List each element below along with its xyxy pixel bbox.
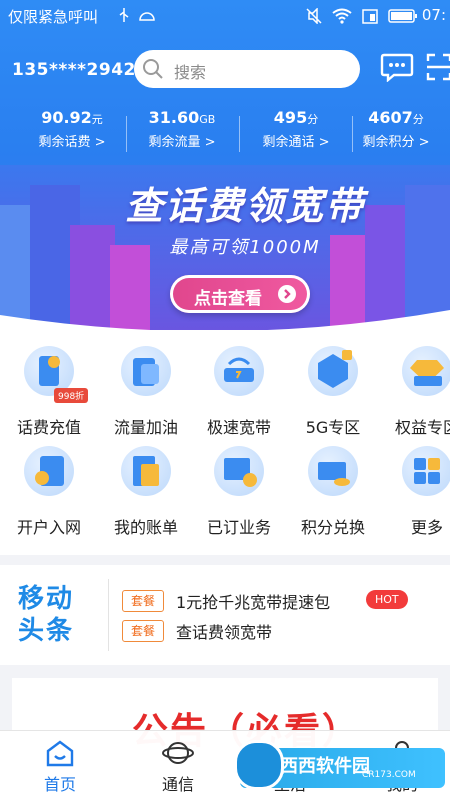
banner-title: 查话费领宽带 (124, 184, 365, 228)
5g-icon (308, 346, 358, 396)
points-icon (308, 446, 358, 496)
grid-item-label: 更多 (410, 518, 443, 537)
android-icon (139, 12, 155, 21)
headlines-logo-line: 移动 (18, 584, 75, 614)
stat-label: 剩余通话 > (262, 135, 330, 150)
balance-stats: 90.92元 剩余话费 > 31.60GB 剩余流量 > 495分 剩余通话 >… (0, 108, 450, 156)
banner-subtitle: 最高可领1000M (169, 237, 321, 258)
stat-unit: 元 (91, 113, 103, 126)
planet-icon (162, 742, 194, 764)
mute-icon (306, 8, 322, 24)
grid-item-bill[interactable]: 我的账单 (101, 430, 191, 537)
home-icon (46, 740, 74, 767)
search-icon (143, 59, 163, 79)
stat-value: 31.60 (148, 108, 200, 127)
bill-icon (121, 446, 171, 496)
tab-home[interactable]: 首页 (4, 731, 116, 801)
subscribed-icon (214, 446, 264, 496)
divider (108, 579, 109, 651)
search-input[interactable]: 搜索 (134, 50, 360, 88)
stat-value: 4607 (368, 108, 413, 127)
grid-item-subscribed[interactable]: 已订业务 (194, 430, 284, 537)
grid-item-recharge[interactable]: 998折 话费充值 (4, 330, 94, 437)
grid-item-points[interactable]: 积分兑换 (288, 430, 378, 537)
watermark-logo (234, 740, 284, 790)
stat-label: 剩余话费 > (38, 135, 106, 150)
search-placeholder: 搜索 (174, 63, 207, 82)
scan-icon[interactable] (426, 52, 450, 82)
tab-communication[interactable]: 通信 (122, 731, 234, 801)
clock: 07: (421, 6, 446, 24)
arrow-right-icon (278, 285, 296, 303)
stat-data[interactable]: 31.60GB 剩余流量 > (126, 108, 238, 150)
headlines-logo-line: 头条 (18, 616, 75, 646)
promo-banner[interactable]: 查话费领宽带 最高可领1000M 点击查看 (0, 165, 450, 335)
stat-points[interactable]: 4607分 剩余积分 > (340, 108, 450, 150)
signal-icon (362, 9, 378, 24)
hot-badge: HOT (366, 590, 408, 609)
stat-fee[interactable]: 90.92元 剩余话费 > (16, 108, 128, 150)
mobile-headlines: 移动 头条 套餐 1元抢千兆宽带提速包 HOT 套餐 查话费领宽带 (0, 565, 450, 665)
broadband-icon (214, 346, 264, 396)
stat-value: 90.92 (41, 108, 92, 127)
grid-item-broadband[interactable]: 极速宽带 (194, 330, 284, 437)
phone-number[interactable]: 135****2942 (12, 60, 136, 80)
banner-view-button[interactable]: 点击查看 (170, 275, 310, 313)
grid-item-rights[interactable]: 权益专区 (382, 330, 450, 437)
stat-unit: GB (199, 113, 216, 126)
grid-item-label: 开户入网 (16, 518, 81, 537)
headline-text: 1元抢千兆宽带提速包 (176, 593, 331, 612)
stat-label: 剩余积分 > (362, 135, 430, 150)
grid-item-data[interactable]: 流量加油 (101, 330, 191, 437)
status-bar: 仅限紧急呼叫 07: (0, 0, 450, 32)
service-grid: 998折 话费充值 流量加油 极速宽带 5G专区 权益专区 开户入网 我的账单 … (0, 330, 450, 555)
wifi-icon (332, 8, 352, 24)
sim-card-icon (24, 446, 74, 496)
stat-unit: 分 (307, 113, 319, 126)
message-icon[interactable] (380, 52, 414, 82)
discount-badge: 998折 (54, 388, 89, 403)
stat-unit: 分 (412, 113, 424, 126)
watermark: 西西软件园 CR173.COM (234, 740, 445, 790)
grid-item-open-account[interactable]: 开户入网 (4, 430, 94, 537)
carrier-text: 仅限紧急呼叫 (8, 8, 99, 26)
watermark-text: 西西软件园 (280, 756, 370, 777)
package-tag: 套餐 (122, 590, 164, 612)
battery-icon (388, 9, 417, 23)
data-boost-icon (121, 346, 171, 396)
stat-call[interactable]: 495分 剩余通话 > (240, 108, 352, 150)
banner-button-label: 点击查看 (194, 289, 262, 309)
grid-item-5g[interactable]: 5G专区 (288, 330, 378, 437)
stat-label: 剩余流量 > (148, 135, 216, 150)
tab-label: 首页 (43, 775, 76, 794)
stat-value: 495 (273, 108, 308, 127)
grid-item-more[interactable]: 更多 (382, 430, 450, 537)
more-icon (402, 446, 450, 496)
diamond-icon (402, 346, 450, 396)
package-tag: 套餐 (122, 620, 164, 642)
headline-text: 查话费领宽带 (176, 623, 273, 642)
tab-label: 通信 (161, 775, 194, 794)
watermark-sub: CR173.COM (362, 770, 416, 780)
headlines-logo: 移动 头条 (18, 583, 98, 647)
usb-icon (119, 8, 129, 22)
